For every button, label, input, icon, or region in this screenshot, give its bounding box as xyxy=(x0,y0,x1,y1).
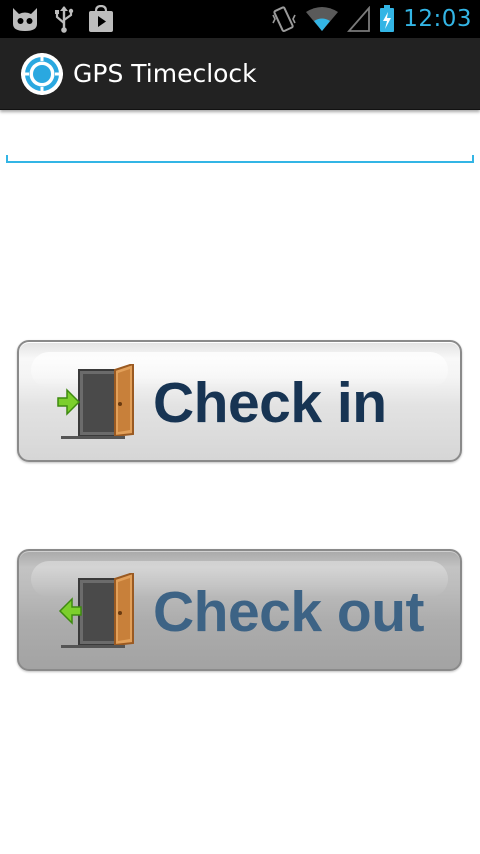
status-bar-notifications xyxy=(10,4,114,34)
cyanogen-mod-icon xyxy=(13,8,37,31)
vibrate-icon xyxy=(272,6,296,33)
text-input-underline xyxy=(6,161,474,163)
check-in-button[interactable]: Check in xyxy=(17,340,462,462)
door-exit-icon xyxy=(58,573,134,648)
action-bar: GPS Timeclock xyxy=(0,38,480,110)
signal-icon xyxy=(347,6,371,32)
check-in-label: Check in xyxy=(153,371,387,435)
app-title: GPS Timeclock xyxy=(73,59,257,88)
usb-icon xyxy=(55,6,74,33)
text-input-field[interactable] xyxy=(6,118,474,164)
status-bar: 12:03 xyxy=(0,0,480,38)
wifi-icon xyxy=(306,7,339,31)
check-out-label: Check out xyxy=(153,580,425,644)
battery-charging-icon xyxy=(380,5,395,32)
status-bar-system: 12:03 xyxy=(271,4,472,34)
text-input-left-tick xyxy=(6,155,8,163)
check-out-button[interactable]: Check out xyxy=(17,549,462,671)
door-enter-icon xyxy=(57,364,134,439)
text-input[interactable] xyxy=(6,118,474,164)
target-icon[interactable] xyxy=(20,52,64,96)
text-input-right-tick xyxy=(472,155,474,163)
status-bar-clock: 12:03 xyxy=(403,6,472,32)
play-store-icon xyxy=(89,5,113,32)
